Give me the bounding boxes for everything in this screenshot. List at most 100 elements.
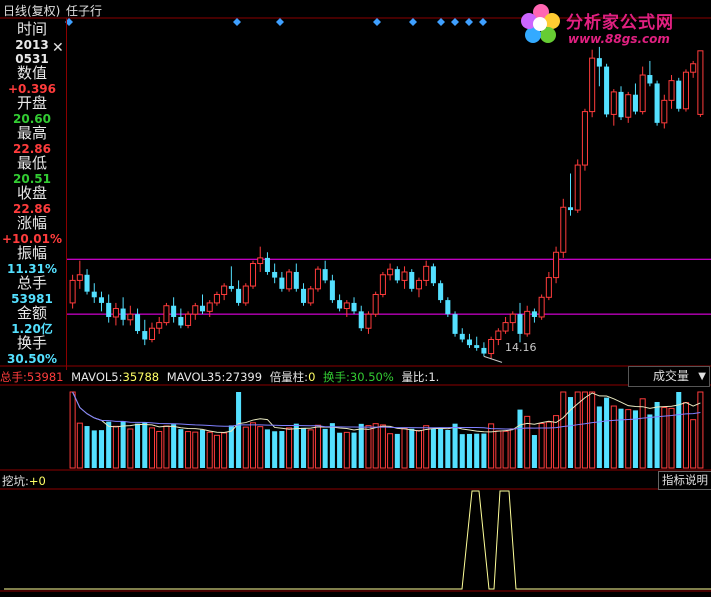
chevron-down-icon: ▼ — [698, 371, 706, 382]
candle-body — [538, 296, 545, 318]
flower-logo-icon — [521, 4, 560, 43]
volume-bar — [365, 425, 372, 469]
candle-body — [242, 285, 249, 304]
chart-canvas[interactable] — [0, 0, 711, 597]
volume-bar — [91, 430, 97, 468]
volume-bar — [163, 425, 170, 469]
volume-bar — [668, 407, 675, 469]
candle-body — [697, 50, 704, 115]
candle-body — [639, 74, 646, 113]
info-label: 收盘 — [16, 184, 47, 202]
volume-bar — [206, 431, 213, 469]
volume-bar — [581, 391, 588, 469]
candle-body — [415, 279, 422, 290]
candle-body — [279, 277, 285, 289]
candle-body — [98, 297, 104, 303]
volume-bar — [343, 431, 350, 469]
candle-body — [142, 331, 148, 340]
volume-bar — [314, 424, 321, 469]
candle-body — [647, 75, 653, 84]
volume-bar — [409, 428, 415, 468]
volume-bar — [199, 429, 206, 468]
candle-body — [206, 302, 213, 312]
candle-body — [676, 80, 682, 109]
volume-bar — [415, 430, 422, 469]
volume-bar — [682, 402, 689, 469]
candle-body — [488, 338, 495, 355]
volume-bar — [112, 425, 119, 469]
candle-body — [69, 279, 76, 304]
volume-bar — [610, 405, 617, 469]
candle-body — [445, 300, 451, 315]
candle-body — [337, 300, 343, 309]
candle-body — [314, 268, 321, 290]
candle-body — [625, 94, 632, 118]
candle-body — [221, 285, 228, 295]
candle-body — [517, 314, 523, 334]
candle-body — [329, 280, 335, 301]
candle-body — [589, 57, 596, 113]
total-volume-label: 总手: — [0, 370, 27, 384]
candle-body — [430, 266, 436, 284]
volume-bar — [69, 391, 76, 469]
candle-body — [185, 313, 192, 326]
candle-body — [553, 251, 560, 279]
candle-body — [272, 271, 278, 278]
candle-body — [293, 271, 299, 289]
volume-bar — [625, 409, 632, 469]
candle-body — [76, 274, 83, 281]
candle-body — [91, 291, 97, 298]
info-label: 金额 — [16, 304, 47, 322]
turnover-value: 30.50% — [349, 370, 394, 384]
info-value: 2013 — [15, 38, 49, 52]
indicator-name: 挖坑: — [2, 474, 29, 488]
volume-ratio-label: 量比: — [401, 370, 429, 384]
indicator-label: 挖坑:+0 — [2, 473, 46, 489]
candle-body — [135, 314, 141, 332]
candle-body — [127, 313, 134, 321]
signal-diamond — [233, 18, 241, 26]
volume-bar — [322, 428, 328, 468]
candle-body — [213, 293, 220, 304]
signal-diamond — [465, 18, 473, 26]
info-label: 总手 — [16, 274, 47, 292]
candle-body — [474, 345, 480, 348]
volume-bar — [242, 426, 249, 469]
candle-body — [249, 263, 257, 287]
candle-body — [365, 313, 372, 329]
volume-bar — [106, 421, 112, 468]
volume-bar — [142, 422, 148, 468]
info-label: 换手 — [16, 334, 47, 352]
candle-body — [632, 94, 638, 112]
volume-bar — [488, 423, 495, 469]
volume-bar — [531, 435, 537, 468]
candle-body — [192, 305, 199, 315]
info-label: 数值 — [16, 64, 47, 82]
volume-bar — [171, 424, 177, 468]
volume-bar — [272, 431, 278, 468]
candle-body — [286, 271, 293, 290]
volume-bar — [156, 430, 163, 469]
mavol5-label: MAVOL5: — [71, 370, 123, 384]
volume-bar — [185, 431, 192, 469]
info-value: 30.50% — [7, 352, 57, 366]
candle-body — [163, 305, 170, 324]
volume-bar — [430, 429, 436, 468]
signal-diamond — [451, 18, 459, 26]
indicator-select[interactable]: 成交量 ▼ — [628, 366, 710, 387]
volume-bar — [495, 430, 502, 469]
candle-body — [394, 269, 400, 281]
volume-bar — [423, 425, 430, 469]
volume-bar — [264, 429, 270, 468]
signal-diamond — [437, 18, 445, 26]
indicator-explain-button[interactable]: 指标说明 — [658, 471, 711, 490]
volume-bar — [372, 423, 379, 469]
info-label: 时间 — [16, 20, 47, 38]
candle-body — [466, 339, 473, 346]
volume-bar — [553, 415, 560, 469]
watermark-url: www.88gs.com — [568, 32, 670, 46]
signal-diamond — [276, 18, 284, 26]
volume-bar — [257, 426, 264, 469]
candle-body — [596, 58, 602, 67]
volume-bar — [307, 429, 314, 469]
